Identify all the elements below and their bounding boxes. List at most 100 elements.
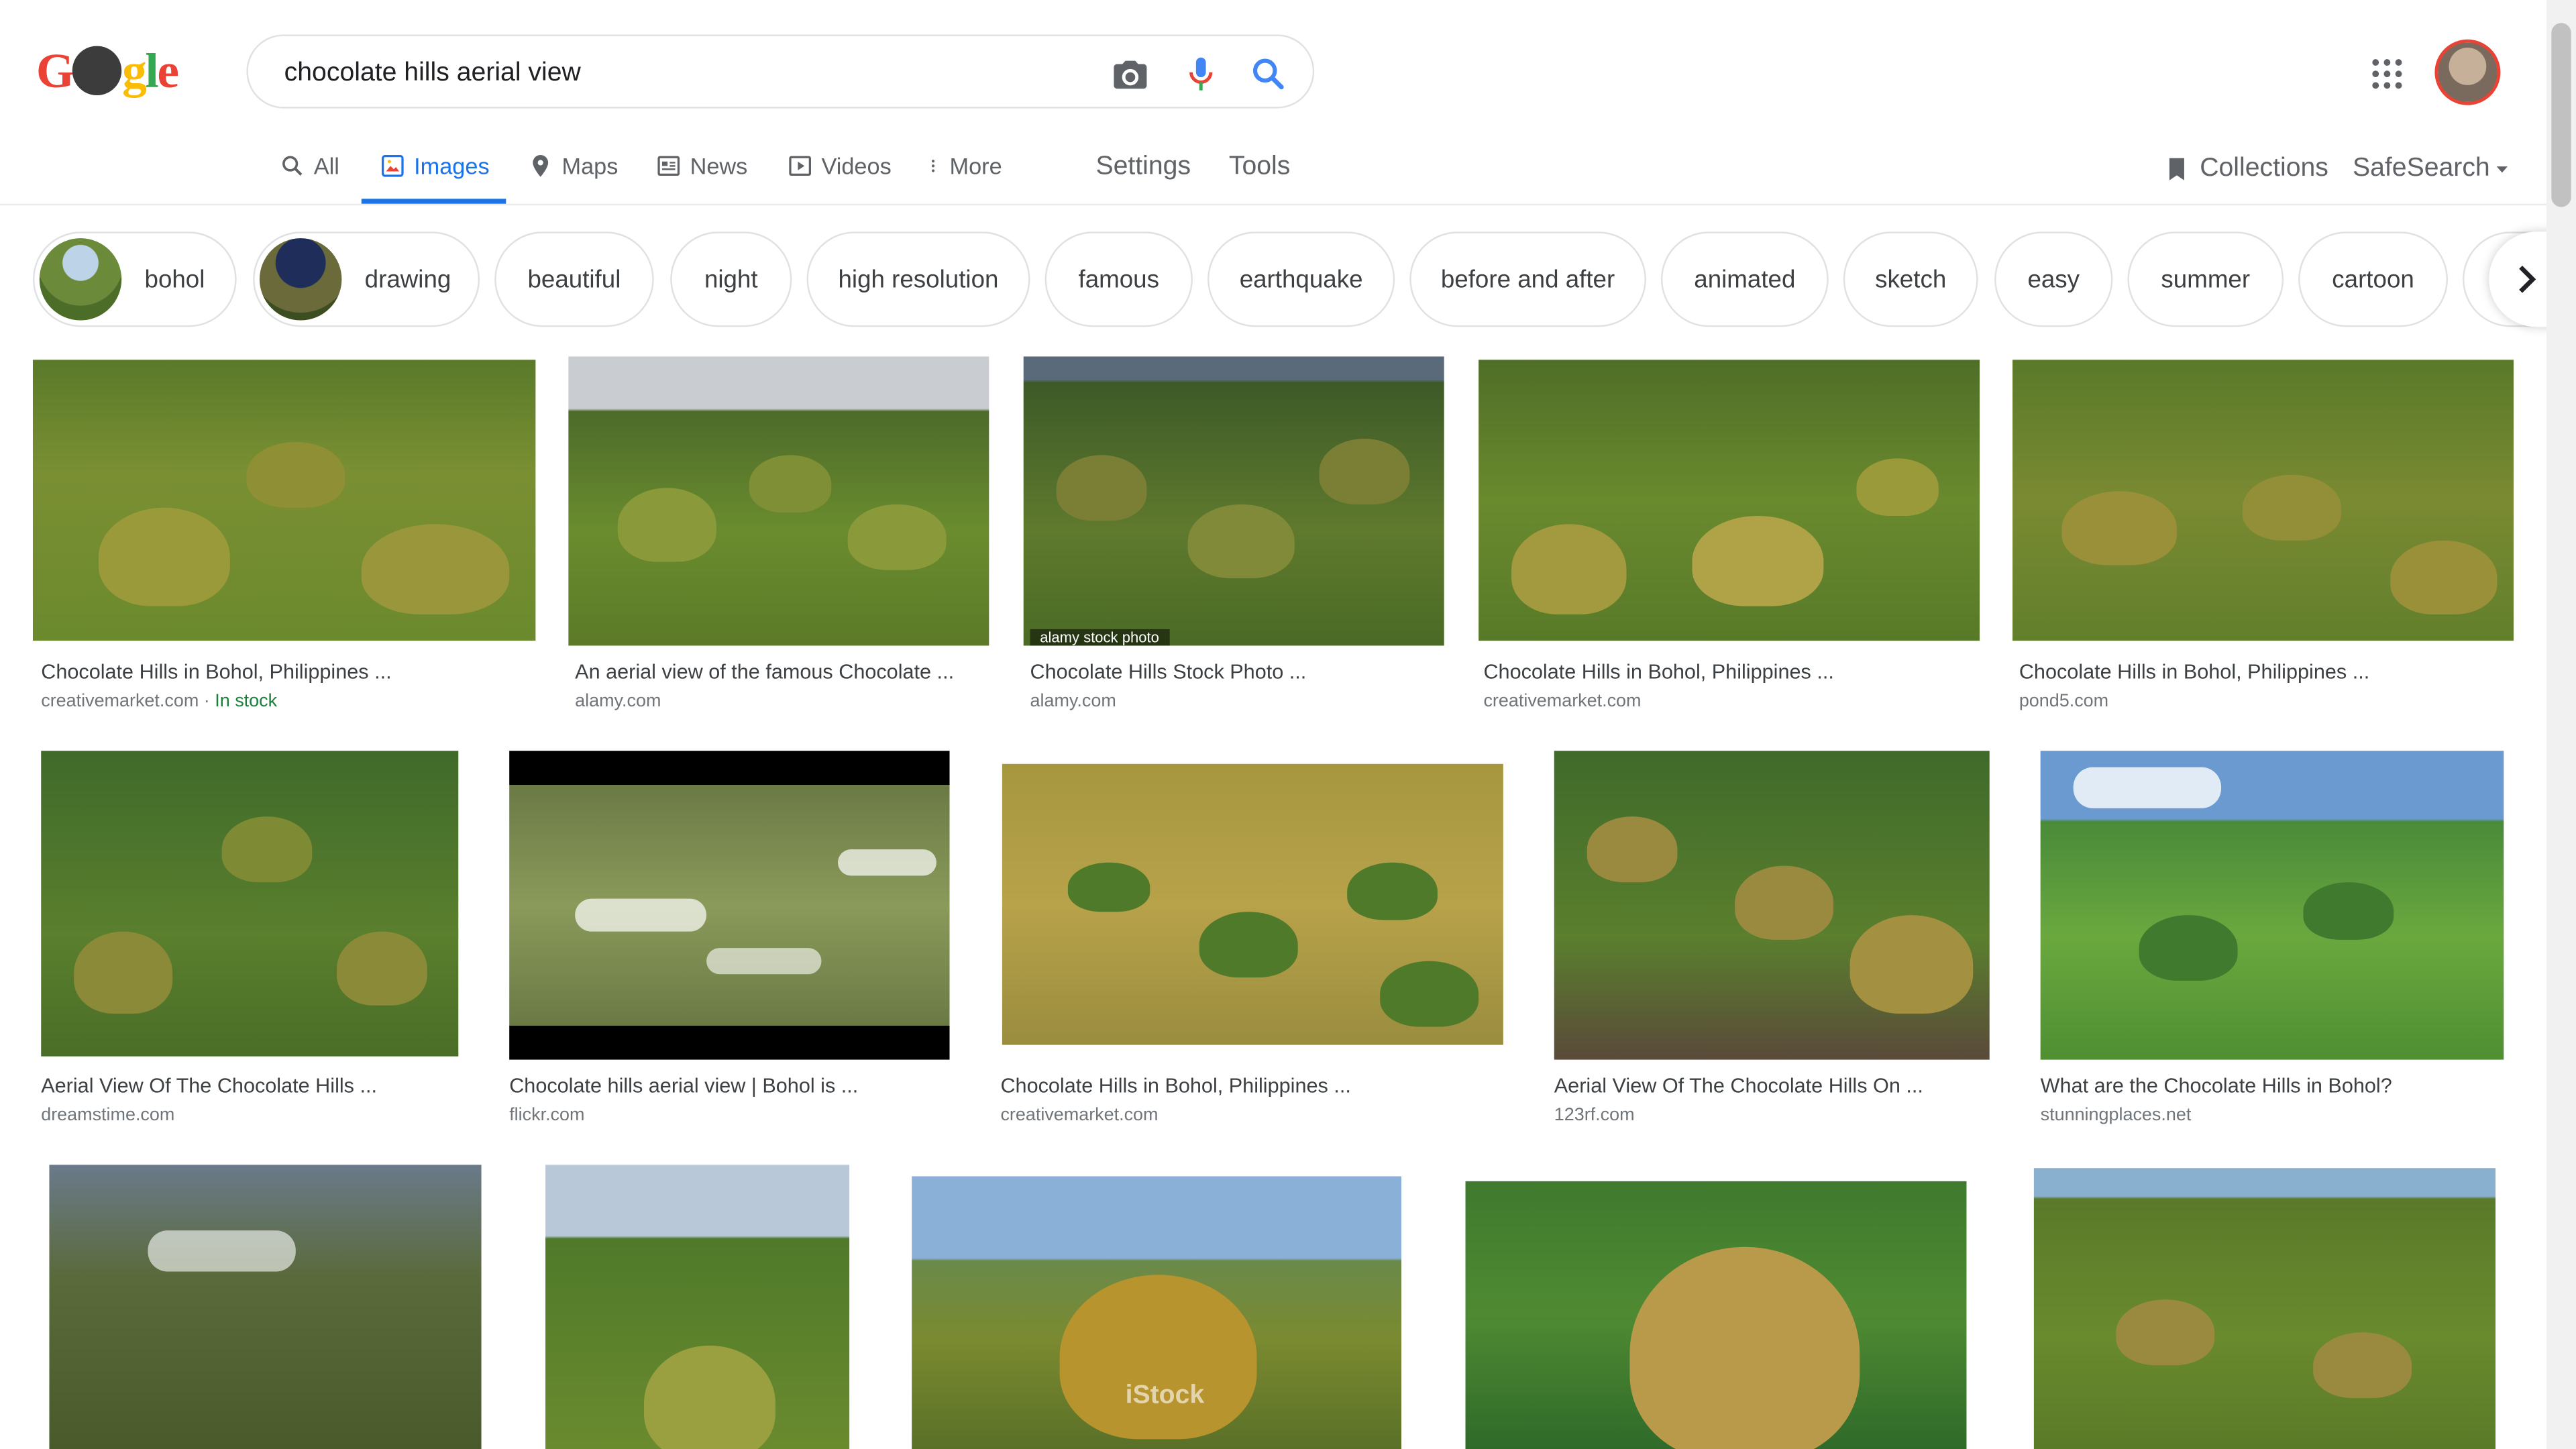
result-source[interactable]: pond5.com	[2019, 692, 2108, 711]
tab-news[interactable]: News	[655, 138, 747, 204]
hill-shape	[98, 507, 230, 606]
chip-before-and-after[interactable]: before and after	[1409, 231, 1646, 327]
chip-drawing[interactable]: drawing	[253, 231, 480, 327]
hill-shape	[2061, 491, 2177, 566]
chip-earthquake[interactable]: earthquake	[1208, 231, 1395, 327]
hill-shape	[1067, 862, 1150, 912]
mic-icon[interactable]	[1181, 54, 1221, 94]
page-scrollbar[interactable]	[2546, 0, 2576, 1449]
map-pin-icon	[533, 155, 549, 177]
scrollbar-thumb[interactable]	[2551, 23, 2571, 207]
result-thumbnail[interactable]: alamy stock photo	[1023, 356, 1444, 646]
result-title[interactable]: Chocolate Hills in Bohol, Philippines ..…	[2019, 660, 2369, 683]
result-title[interactable]: Aerial View Of The Chocolate Hills On ..…	[1554, 1075, 1923, 1097]
tab-more[interactable]: More	[925, 138, 1002, 204]
hill-shape	[1511, 524, 1627, 614]
settings-button[interactable]: Settings	[1095, 138, 1191, 204]
chip-beautiful[interactable]: beautiful	[494, 231, 654, 327]
tools-button[interactable]: Tools	[1229, 138, 1290, 204]
tab-all[interactable]: All	[279, 138, 339, 204]
search-icon[interactable]	[1248, 54, 1288, 94]
chip-summer[interactable]: summer	[2127, 231, 2284, 327]
result-title[interactable]: Aerial View Of The Chocolate Hills ...	[41, 1075, 377, 1097]
chip-label: before and after	[1440, 265, 1615, 294]
result-title[interactable]: Chocolate Hills in Bohol, Philippines ..…	[41, 660, 391, 683]
result-thumbnail[interactable]	[568, 356, 989, 646]
result-source[interactable]: stunningplaces.net	[2041, 1106, 2192, 1125]
safesearch-dropdown[interactable]: SafeSearch	[2353, 140, 2510, 205]
search-icon	[282, 156, 303, 176]
hill-shape	[1319, 438, 1410, 504]
account-avatar[interactable]	[2434, 39, 2501, 105]
result-thumbnail[interactable]: iStock	[912, 1176, 1401, 1449]
chip-label: famous	[1078, 265, 1159, 294]
result-thumbnail[interactable]	[2012, 360, 2514, 641]
hill-shape	[1059, 1275, 1257, 1440]
hill-shape	[1347, 862, 1438, 920]
search-box[interactable]	[246, 34, 1315, 109]
collections-button[interactable]: Collections	[2162, 140, 2328, 205]
result-source[interactable]: flickr.com	[509, 1106, 584, 1125]
chip-label: drawing	[364, 265, 451, 294]
result-title[interactable]: Chocolate Hills Stock Photo ...	[1030, 660, 1307, 683]
result-thumbnail[interactable]	[1465, 1181, 1967, 1449]
watermark-text: iStock	[1125, 1381, 1205, 1410]
result-source[interactable]: creativemarket.com · In stock	[41, 692, 277, 711]
result-thumbnail[interactable]	[49, 1165, 482, 1449]
result-thumbnail[interactable]	[545, 1165, 850, 1449]
chip-cartoon[interactable]: cartoon	[2298, 231, 2449, 327]
result-title[interactable]: What are the Chocolate Hills in Bohol?	[2041, 1075, 2392, 1097]
result-thumbnail[interactable]	[41, 751, 459, 1057]
chip-label: easy	[2027, 265, 2080, 294]
hill-shape	[1587, 816, 1678, 883]
result-source[interactable]: creativemarket.com	[1483, 692, 1641, 711]
hill-shape	[1735, 865, 1834, 940]
result-title[interactable]: Chocolate Hills in Bohol, Philippines ..…	[1483, 660, 1833, 683]
chip-famous[interactable]: famous	[1044, 231, 1193, 327]
search-tabs: All Images Maps News Videos More Setting…	[0, 138, 2546, 206]
chip-night[interactable]: night	[670, 231, 792, 327]
camera-icon[interactable]	[1111, 54, 1150, 94]
chip-thumbnail	[259, 238, 342, 321]
chip-label: bohol	[144, 265, 205, 294]
result-source[interactable]: 123rf.com	[1554, 1106, 1635, 1125]
hill-shape	[1849, 915, 1974, 1014]
result-thumbnail[interactable]	[2040, 751, 2504, 1060]
tab-videos[interactable]: Videos	[787, 138, 892, 204]
tab-videos-label: Videos	[821, 152, 892, 179]
tab-all-label: All	[313, 152, 339, 179]
result-thumbnail[interactable]	[32, 360, 536, 641]
hill-shape	[1187, 504, 1295, 579]
tab-images[interactable]: Images	[361, 138, 506, 204]
result-source[interactable]: dreamstime.com	[41, 1106, 174, 1125]
result-thumbnail[interactable]	[1554, 751, 1990, 1060]
video-icon	[789, 156, 811, 176]
collections-label: Collections	[2200, 154, 2328, 182]
result-source[interactable]: creativemarket.com	[1000, 1106, 1158, 1125]
tab-maps[interactable]: Maps	[527, 138, 618, 204]
chip-high-resolution[interactable]: high resolution	[806, 231, 1030, 327]
result-source[interactable]: alamy.com	[1030, 692, 1116, 711]
chip-easy[interactable]: easy	[1994, 231, 2113, 327]
search-input[interactable]	[280, 52, 1077, 96]
chip-animated[interactable]: animated	[1660, 231, 1829, 327]
tab-news-label: News	[690, 152, 748, 179]
result-thumbnail[interactable]	[1002, 763, 1503, 1045]
related-search-chips: bohol drawing beautiful night high resol…	[32, 231, 2546, 330]
result-thumbnail[interactable]	[2033, 1168, 2496, 1449]
apps-grid-icon[interactable]	[2367, 54, 2407, 94]
result-title[interactable]: Chocolate hills aerial view | Bohol is .…	[509, 1075, 858, 1097]
result-thumbnail[interactable]	[509, 751, 950, 1060]
result-title[interactable]: Chocolate Hills in Bohol, Philippines ..…	[1000, 1075, 1350, 1097]
result-thumbnail[interactable]	[1479, 360, 1980, 641]
google-logo[interactable]: Ggle	[36, 43, 184, 102]
chip-bohol[interactable]: bohol	[32, 231, 237, 327]
result-title[interactable]: An aerial view of the famous Chocolate .…	[575, 660, 954, 683]
hill-shape	[1056, 455, 1147, 521]
cloud-shape	[706, 948, 822, 975]
tab-maps-label: Maps	[561, 152, 619, 179]
watermark-text: alamy stock photo	[1030, 629, 1169, 646]
chip-sketch[interactable]: sketch	[1843, 231, 1978, 327]
result-source[interactable]: alamy.com	[575, 692, 661, 711]
cloud-shape	[575, 898, 707, 932]
